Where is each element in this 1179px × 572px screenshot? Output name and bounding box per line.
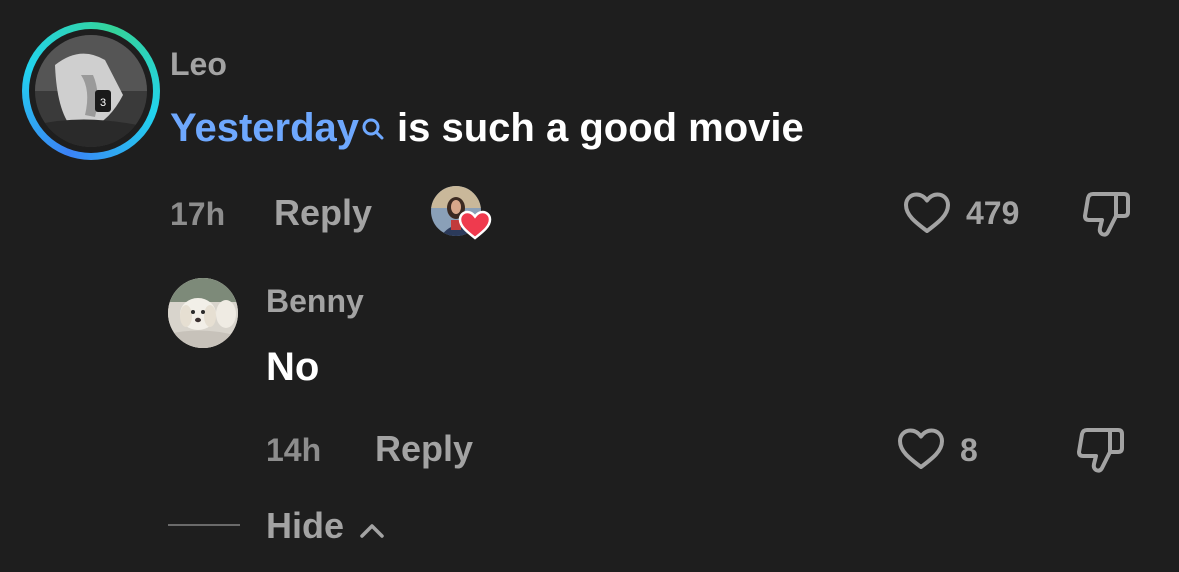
- search-icon[interactable]: [361, 108, 385, 148]
- reply-username[interactable]: Benny: [266, 285, 364, 317]
- commenter-avatar[interactable]: 3: [22, 22, 160, 160]
- comment-body: Yesterday is such a good movie: [170, 108, 804, 148]
- dislike-icon[interactable]: [1080, 188, 1132, 245]
- hide-replies-button[interactable]: Hide: [266, 508, 386, 546]
- thread-divider: [168, 524, 240, 526]
- comment-username[interactable]: Leo: [170, 48, 227, 80]
- reply-avatar[interactable]: [168, 278, 238, 348]
- comment-like-count: 479: [966, 195, 1020, 231]
- reply-like-heart-icon[interactable]: [896, 426, 946, 477]
- avatar-gap: 3: [29, 29, 153, 153]
- comment-text: is such a good movie: [397, 106, 804, 150]
- comment-timestamp: 17h: [170, 196, 226, 232]
- reply-timestamp: 14h: [266, 432, 322, 468]
- avatar-photo: 3: [35, 35, 147, 147]
- hide-label: Hide: [266, 505, 345, 546]
- like-heart-icon[interactable]: [902, 190, 952, 241]
- search-link[interactable]: Yesterday: [170, 106, 359, 150]
- svg-text:3: 3: [100, 97, 106, 109]
- reply-dislike-icon[interactable]: [1074, 424, 1126, 481]
- reply-like-count: 8: [960, 432, 978, 468]
- creator-heart-icon: [458, 210, 492, 245]
- comment-reply-button[interactable]: Reply: [274, 195, 372, 231]
- reply-reply-button[interactable]: Reply: [375, 431, 473, 467]
- reply-text: No: [266, 345, 320, 389]
- chevron-up-icon: [358, 510, 386, 546]
